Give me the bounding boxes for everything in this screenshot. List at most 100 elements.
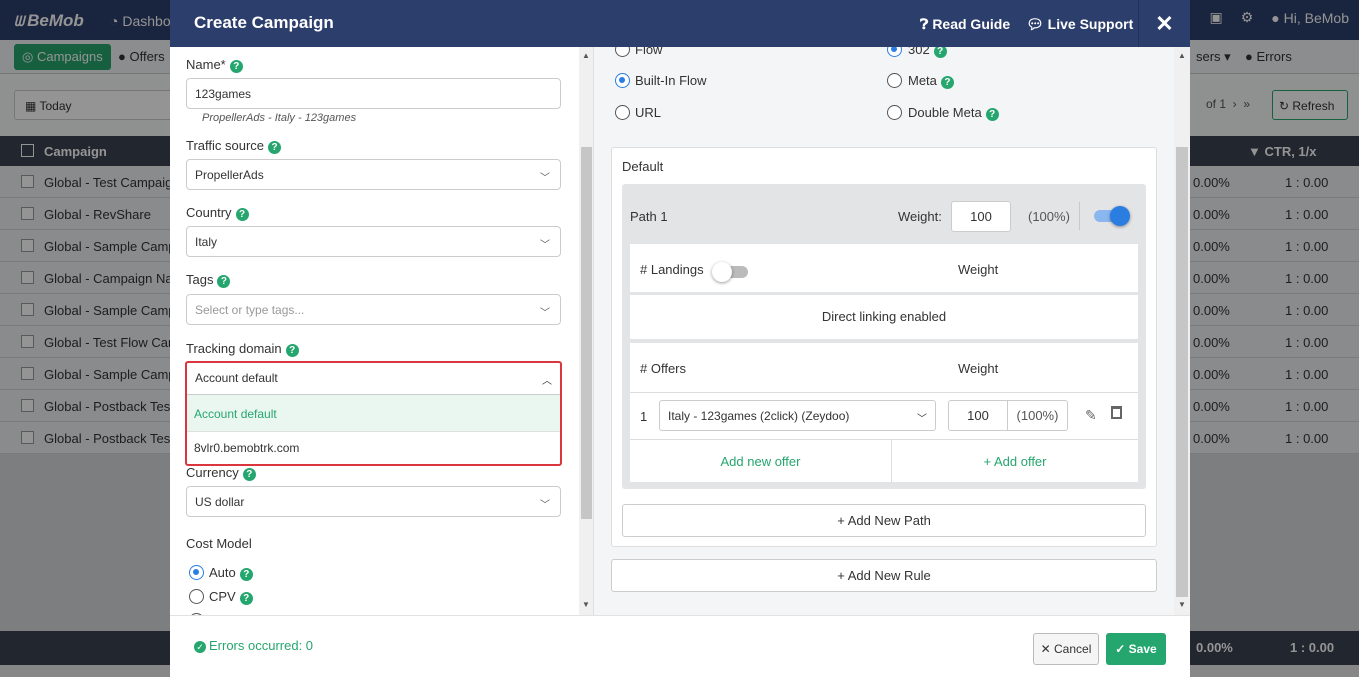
help-icon[interactable]: ? (239, 592, 253, 605)
help-icon[interactable]: ? (268, 141, 282, 154)
chevron-up-icon: ︿ (542, 376, 552, 387)
path-weight-label: Weight: (898, 209, 942, 224)
read-guide-link[interactable]: ❓︎ Read Guide (920, 16, 1010, 33)
path-panel: Path 1 Weight: 100 (100%) # Landings Wei… (622, 184, 1146, 489)
question-circle-icon: ❓︎ (920, 16, 933, 32)
domain-option-bemobtrk[interactable]: 8vlr0.bemobtrk.com (187, 432, 560, 464)
destination-flow-radio[interactable] (615, 47, 630, 57)
chat-bubbles-icon: 💬︎ (1026, 16, 1048, 32)
traffic-source-label: Traffic source? (186, 138, 282, 154)
add-offer-button[interactable]: + Add offer (892, 440, 1138, 483)
landings-header: # Landings Weight (630, 244, 1138, 292)
destination-builtin-flow-label: Built-In Flow (635, 73, 707, 88)
tracking-domain-dropdown: Account default ︿ Account default 8vlr0.b… (185, 361, 562, 466)
tags-select[interactable]: Select or type tags... ﹀ (186, 294, 561, 325)
toggle-knob (1110, 206, 1130, 226)
redirect-302-label: 302? (908, 47, 947, 58)
cost-model-auto-radio[interactable] (189, 565, 204, 580)
scroll-down-icon[interactable]: ▼ (582, 600, 590, 609)
modal-title: Create Campaign (194, 13, 334, 32)
chevron-down-icon: ﹀ (540, 240, 550, 251)
divider (1079, 202, 1080, 230)
close-icon[interactable]: ✕ (1138, 0, 1190, 47)
offers-header: # Offers Weight (630, 343, 1138, 392)
default-rule-card: Default Path 1 Weight: 100 (100%) # Land… (611, 147, 1157, 547)
scroll-thumb[interactable] (581, 147, 592, 519)
chevron-down-icon: ﹀ (917, 414, 927, 425)
cost-model-auto-label: Auto? (209, 565, 253, 581)
destination-builtin-flow-radio[interactable] (615, 73, 630, 88)
help-icon[interactable]: ? (933, 47, 947, 58)
cancel-button[interactable]: ✕ Cancel (1033, 633, 1099, 665)
help-icon[interactable]: ? (217, 275, 231, 288)
live-support-link[interactable]: 💬︎ Live Support (1026, 16, 1133, 33)
close-icon: ✕ (1040, 642, 1055, 656)
destination-url-radio[interactable] (615, 105, 630, 120)
trash-icon[interactable] (1111, 406, 1122, 419)
redirect-double-meta-label: Double Meta? (908, 105, 999, 121)
errors-status: ✓ Errors occurred: 0 (194, 638, 313, 653)
chevron-down-icon: ﹀ (540, 308, 550, 319)
pencil-icon[interactable]: ✎ (1085, 407, 1097, 424)
modal-header: Create Campaign ❓︎ Read Guide 💬︎ Live Su… (170, 0, 1190, 47)
domain-option-account-default[interactable]: Account default (187, 395, 560, 432)
help-icon[interactable]: ? (985, 108, 999, 121)
add-new-rule-button[interactable]: + Add New Rule (611, 559, 1157, 592)
country-select[interactable]: Italy ﹀ (186, 226, 561, 257)
country-label: Country? (186, 205, 249, 221)
help-icon[interactable]: ? (285, 344, 299, 357)
campaign-name-input[interactable]: 123games (186, 78, 561, 109)
offer-weight-percent: (100%) (1007, 400, 1068, 431)
redirect-meta-label: Meta? (908, 73, 954, 89)
landings-weight-label: Weight (958, 262, 999, 277)
scroll-up-icon[interactable]: ▲ (1178, 51, 1186, 60)
destination-flow-label: Flow (635, 47, 663, 57)
offer-select[interactable]: Italy - 123games (2click) (Zeydoo) ﹀ (659, 400, 936, 431)
create-campaign-modal: Create Campaign ❓︎ Read Guide 💬︎ Live Su… (170, 0, 1190, 677)
tags-label: Tags? (186, 272, 231, 288)
traffic-source-select[interactable]: PropellerAds ﹀ (186, 159, 561, 190)
offers-weight-label: Weight (958, 361, 999, 376)
tracking-domain-select[interactable]: Account default ︿ (187, 363, 560, 395)
right-column-scrollbar[interactable]: ▲ ▼ (1174, 47, 1190, 615)
path-title: Path 1 (630, 209, 668, 224)
offer-actions: Add new offer + Add offer (630, 439, 1138, 483)
tracking-domain-label: Tracking domain? (186, 341, 299, 357)
offer-weight-input[interactable]: 100 (948, 400, 1008, 431)
cost-model-cpv-radio[interactable] (189, 589, 204, 604)
scroll-thumb[interactable] (1176, 147, 1188, 597)
currency-select[interactable]: US dollar ﹀ (186, 486, 561, 517)
direct-linking-notice: Direct linking enabled (630, 295, 1138, 339)
offer-index: 1 (640, 409, 648, 424)
redirect-302-radio[interactable] (887, 47, 902, 57)
landings-label: # Landings (640, 262, 704, 277)
default-rule-title: Default (622, 159, 664, 174)
name-label: Name*? (186, 57, 243, 73)
landings-toggle[interactable] (712, 262, 748, 282)
currency-label: Currency? (186, 465, 256, 481)
modal-body: Name*? 123games PropellerAds - Italy - 1… (170, 47, 1190, 615)
add-new-path-button[interactable]: + Add New Path (622, 504, 1146, 537)
left-column-scrollbar[interactable]: ▲ ▼ (579, 47, 593, 615)
chevron-down-icon: ﹀ (540, 500, 550, 511)
help-icon[interactable]: ? (242, 468, 256, 481)
path-weight-input[interactable]: 100 (951, 201, 1011, 232)
offers-label: # Offers (640, 361, 687, 376)
scroll-up-icon[interactable]: ▲ (582, 51, 590, 60)
toggle-knob (712, 262, 732, 282)
destination-url-label: URL (635, 105, 662, 120)
save-button[interactable]: ✓ Save (1106, 633, 1166, 665)
help-icon[interactable]: ? (940, 76, 954, 89)
redirect-meta-radio[interactable] (887, 73, 902, 88)
help-icon[interactable]: ? (229, 60, 243, 73)
help-icon[interactable]: ? (239, 568, 253, 581)
path-enabled-toggle[interactable] (1094, 206, 1130, 226)
scroll-down-icon[interactable]: ▼ (1178, 600, 1186, 609)
campaign-name-preview: PropellerAds - Italy - 123games (202, 112, 357, 124)
path-weight-percent: (100%) (1028, 209, 1070, 224)
chevron-down-icon: ﹀ (540, 173, 550, 184)
help-icon[interactable]: ? (235, 208, 249, 221)
add-new-offer-button[interactable]: Add new offer (630, 440, 892, 483)
redirect-double-meta-radio[interactable] (887, 105, 902, 120)
check-circle-icon: ✓ (194, 641, 206, 653)
